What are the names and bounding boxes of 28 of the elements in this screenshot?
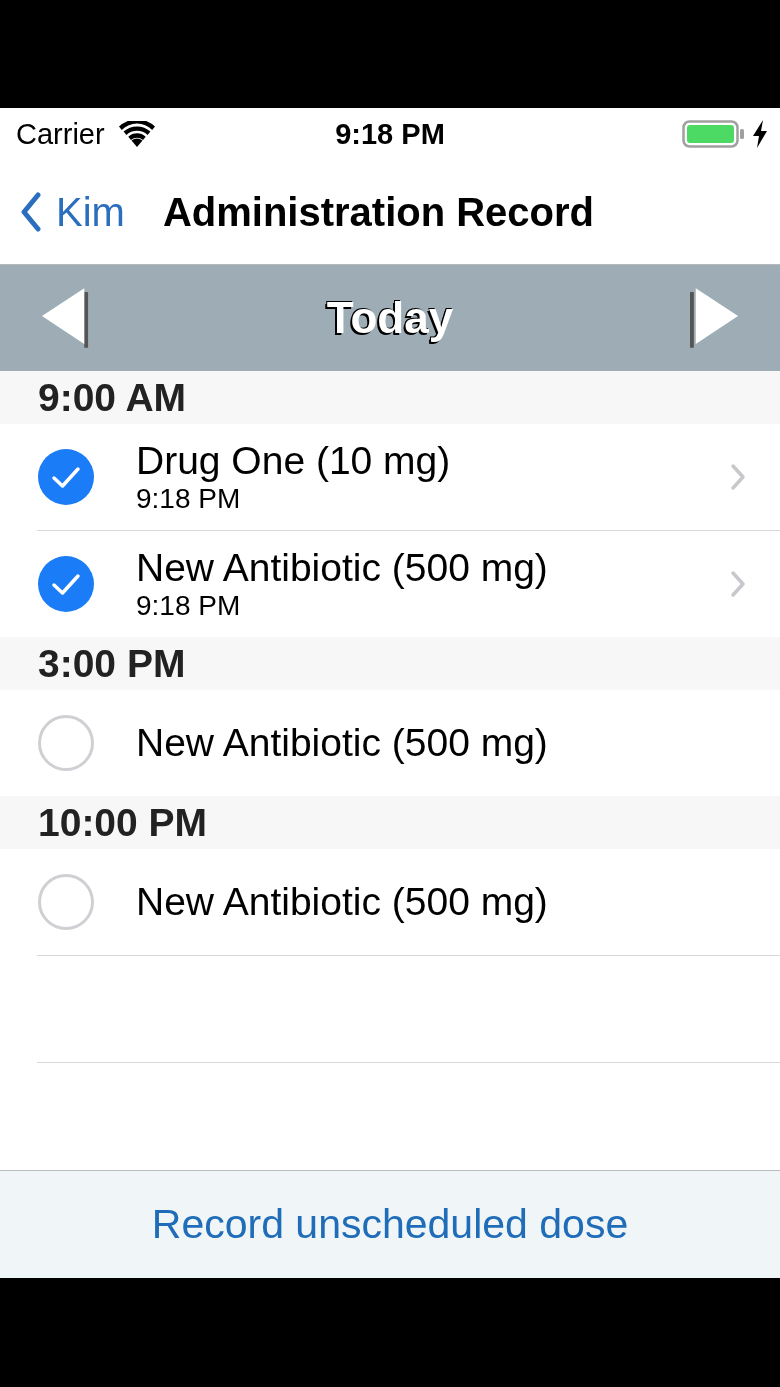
section-time: 9:00 AM: [38, 375, 187, 420]
day-label: Today: [326, 293, 454, 343]
section-time: 10:00 PM: [38, 800, 208, 845]
screen-title: Administration Record: [162, 189, 595, 235]
carrier-label: Carrier: [16, 117, 105, 151]
dose-name: Drug One (10 mg): [136, 439, 452, 483]
dose-row[interactable]: New Antibiotic (500 mg) 9:18 PM: [0, 531, 780, 637]
record-unscheduled-dose-button[interactable]: Record unscheduled dose: [151, 1201, 629, 1248]
back-button[interactable]: Kim: [20, 189, 125, 235]
dose-row[interactable]: Drug One (10 mg) 9:18 PM: [0, 424, 780, 530]
dose-row[interactable]: New Antibiotic (500 mg): [0, 690, 780, 796]
next-day-button[interactable]: [690, 288, 738, 348]
back-chevron-icon: [20, 192, 42, 232]
left-triangle-icon: [42, 288, 90, 348]
status-time: 9:18 PM: [335, 117, 445, 151]
battery-icon: [682, 120, 744, 148]
given-time: 9:18 PM: [136, 483, 242, 515]
wifi-icon: [118, 121, 155, 147]
dose-row[interactable]: New Antibiotic (500 mg): [0, 849, 780, 955]
dose-name: New Antibiotic (500 mg): [136, 880, 549, 924]
section-time: 3:00 PM: [38, 641, 186, 686]
checked-circle-icon[interactable]: [38, 449, 94, 505]
right-triangle-icon: [690, 288, 738, 348]
previous-day-button[interactable]: [42, 288, 90, 348]
checked-circle-icon[interactable]: [38, 556, 94, 612]
given-time: 9:18 PM: [136, 590, 242, 622]
dose-name: New Antibiotic (500 mg): [136, 546, 549, 590]
dose-name: New Antibiotic (500 mg): [136, 721, 549, 765]
